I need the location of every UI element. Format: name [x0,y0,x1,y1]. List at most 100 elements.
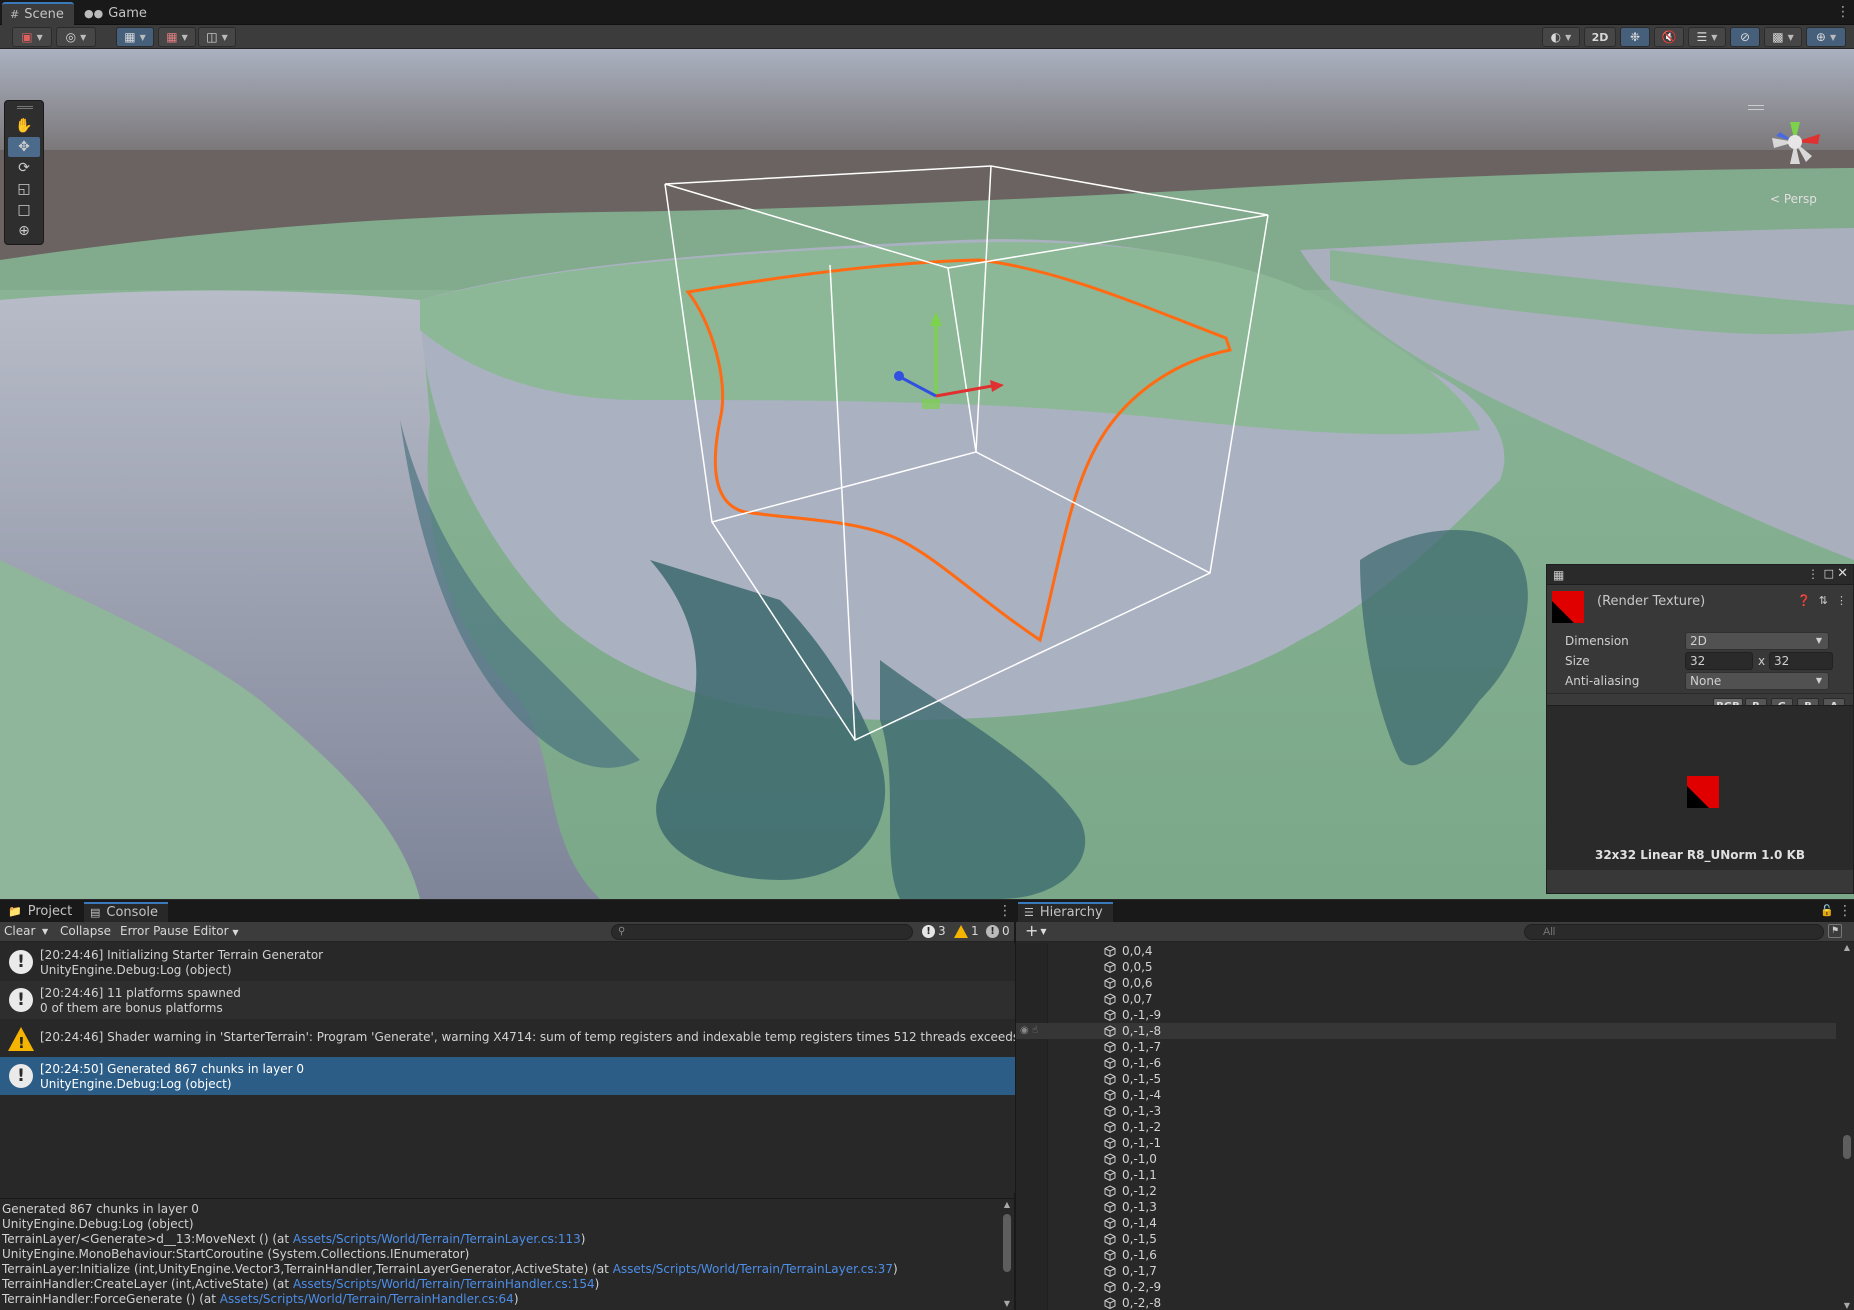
hierarchy-item[interactable]: 0,-1,-2 [1016,1119,1836,1135]
scroll-down-icon[interactable]: ▼ [1842,1301,1852,1310]
kebab-icon[interactable]: ⋮ [1807,567,1819,581]
size-height-field[interactable]: 32 [1769,652,1833,670]
draw-mode-button[interactable]: ▣ ▼ [12,27,52,47]
gizmos-button[interactable]: ⊕ ▼ [1806,27,1846,47]
hierarchy-item[interactable]: 0,0,5 [1016,959,1836,975]
scene-visibility-icon[interactable]: ⚑ [1828,924,1842,938]
hierarchy-item[interactable]: 0,-1,3 [1016,1199,1836,1215]
scroll-down-icon[interactable]: ▼ [1002,1299,1012,1308]
audio-toggle[interactable]: 🔇 [1654,27,1684,47]
hierarchy-item[interactable]: 0,0,6 [1016,975,1836,991]
chevron-down-icon: ▼ [1829,32,1837,42]
hierarchy-item-label: 0,-1,-8 [1122,1024,1162,1038]
inspector-icons: ❓ ⇅ ⋮ [1797,594,1847,607]
rotate-tool[interactable]: ⟳ [8,158,40,178]
scene-menu-icon[interactable]: ⋮ [1836,5,1850,19]
grid-snap-button[interactable]: ▦ ▼ [116,27,154,47]
console-menu-icon[interactable]: ⋮ [998,904,1012,918]
size-width-field[interactable]: 32 [1685,652,1753,670]
stack-scrollbar[interactable]: ▲ ▼ [1002,1200,1012,1308]
gameobject-cube-icon [1104,1281,1116,1293]
log-entry[interactable]: ! [20:24:46] 11 platforms spawned 0 of t… [0,981,1015,1019]
console-search-input[interactable]: ⚲ [611,924,913,940]
log-entry[interactable]: ! [20:24:46] Initializing Starter Terrai… [0,943,1015,981]
error-count-toggle[interactable]: ! 0 [986,924,1010,938]
effects-button[interactable]: ☰ ▼ [1688,27,1726,47]
maximize-icon[interactable]: □ [1824,567,1834,580]
hierarchy-item[interactable]: 0,-1,6 [1016,1247,1836,1263]
hierarchy-scrollbar[interactable]: ▲ ▼ [1842,943,1852,1310]
kebab-icon[interactable]: ⋮ [1836,594,1847,607]
hierarchy-item[interactable]: 0,-1,-3 [1016,1103,1836,1119]
clear-button[interactable]: Clear [4,924,35,938]
lighting-toggle[interactable]: ❉ [1620,27,1650,47]
hierarchy-item[interactable]: 0,-1,-4 [1016,1087,1836,1103]
hierarchy-item[interactable]: 0,-1,0 [1016,1151,1836,1167]
hierarchy-item[interactable]: 0,-1,1 [1016,1167,1836,1183]
hierarchy-item-label: 0,-1,-5 [1122,1072,1162,1086]
source-link[interactable]: Assets/Scripts/World/Terrain/TerrainHand… [220,1292,514,1306]
close-icon[interactable]: ✕ [1837,566,1848,581]
hierarchy-item[interactable]: 0,-1,4 [1016,1215,1836,1231]
hierarchy-item[interactable]: 0,-2,-8 [1016,1295,1836,1310]
hierarchy-menu-icon[interactable]: ⋮ [1838,904,1852,918]
orientation-gizmo[interactable] [1760,104,1830,179]
scroll-up-icon[interactable]: ▲ [1002,1200,1012,1209]
hierarchy-item[interactable]: 0,-1,-1 [1016,1135,1836,1151]
hierarchy-item[interactable]: 0,0,7 [1016,991,1836,1007]
source-link[interactable]: Assets/Scripts/World/Terrain/TerrainHand… [293,1277,595,1291]
tab-console[interactable]: ▤ Console [84,902,169,922]
add-object-button[interactable]: + ▼ [1025,923,1047,940]
collapse-button[interactable]: Collapse [60,924,111,938]
hierarchy-item[interactable]: 0,-1,-9 [1016,1007,1836,1023]
tab-scene[interactable]: # Scene [2,2,74,25]
log-entry-selected[interactable]: ! [20:24:50] Generated 867 chunks in lay… [0,1057,1015,1095]
help-icon[interactable]: ❓ [1797,594,1811,607]
transform-tool[interactable]: ⊕ [8,221,40,241]
log-entry[interactable]: ! [20:24:46] Shader warning in 'StarterT… [0,1019,1015,1057]
hierarchy-item[interactable]: 0,-1,2 [1016,1183,1836,1199]
source-link[interactable]: Assets/Scripts/World/Terrain/TerrainLaye… [293,1232,581,1246]
hierarchy-item[interactable]: 0,-1,7 [1016,1263,1836,1279]
hierarchy-item[interactable]: 0,-1,-5 [1016,1071,1836,1087]
2d-mode-button[interactable]: 2D [1584,27,1616,47]
editor-dropdown[interactable]: Editor ▼ [193,924,239,938]
scale-tool[interactable]: ◱ [8,179,40,199]
grid-visibility-button[interactable]: ▦ ▼ [158,27,196,47]
shading-mode-button[interactable]: ◐ ▼ [1542,27,1580,47]
texture-info: 32x32 Linear R8_UNorm 1.0 KB [1594,848,1806,862]
preset-icon[interactable]: ⇅ [1819,594,1828,607]
dimension-dropdown[interactable]: 2D ▼ [1685,632,1829,650]
eye-icon[interactable]: ◉ ☝ [1020,1023,1038,1039]
stack-line: TerrainHandler:CreateLayer (int,ActiveSt… [2,1277,1000,1292]
hidden-objects-toggle[interactable]: ⊘ [1730,27,1760,47]
hierarchy-item[interactable]: 0,-2,-9 [1016,1279,1836,1295]
increment-snap-button[interactable]: ◫ ▼ [198,27,236,47]
projection-label[interactable]: < Persp [1770,192,1817,206]
hierarchy-item[interactable]: ◉ ☝ 0,-1,-8 [1016,1023,1836,1039]
clear-options-chevron-icon[interactable]: ▼ [42,927,48,936]
tab-game[interactable]: ●● Game [76,2,157,25]
lock-icon[interactable]: 🔓 [1820,904,1834,918]
hierarchy-item[interactable]: 0,-1,5 [1016,1231,1836,1247]
hierarchy-search-input[interactable] [1524,924,1824,940]
palette-grip-icon[interactable] [17,106,33,109]
tab-hierarchy[interactable]: ☰ Hierarchy [1018,902,1113,922]
rect-tool[interactable]: □ [8,200,40,220]
scrollbar-thumb[interactable] [1843,1135,1851,1159]
aa-dropdown[interactable]: None ▼ [1685,672,1829,690]
error-pause-button[interactable]: Error Pause [120,924,188,938]
move-tool[interactable]: ✥ [8,137,40,157]
hierarchy-item[interactable]: 0,0,4 [1016,943,1836,959]
hand-tool[interactable]: ✋ [8,116,40,136]
hierarchy-item[interactable]: 0,-1,-6 [1016,1055,1836,1071]
warning-count-toggle[interactable]: 1 [954,924,979,938]
log-count-toggle[interactable]: ! 3 [922,924,946,938]
scrollbar-thumb[interactable] [1003,1214,1011,1272]
hierarchy-item[interactable]: 0,-1,-7 [1016,1039,1836,1055]
source-link[interactable]: Assets/Scripts/World/Terrain/TerrainLaye… [613,1262,893,1276]
tab-project[interactable]: 📁 Project [2,902,82,922]
scroll-up-icon[interactable]: ▲ [1842,943,1852,952]
global-local-button[interactable]: ◎ ▼ [56,27,96,47]
camera-settings-button[interactable]: ▩ ▼ [1764,27,1802,47]
